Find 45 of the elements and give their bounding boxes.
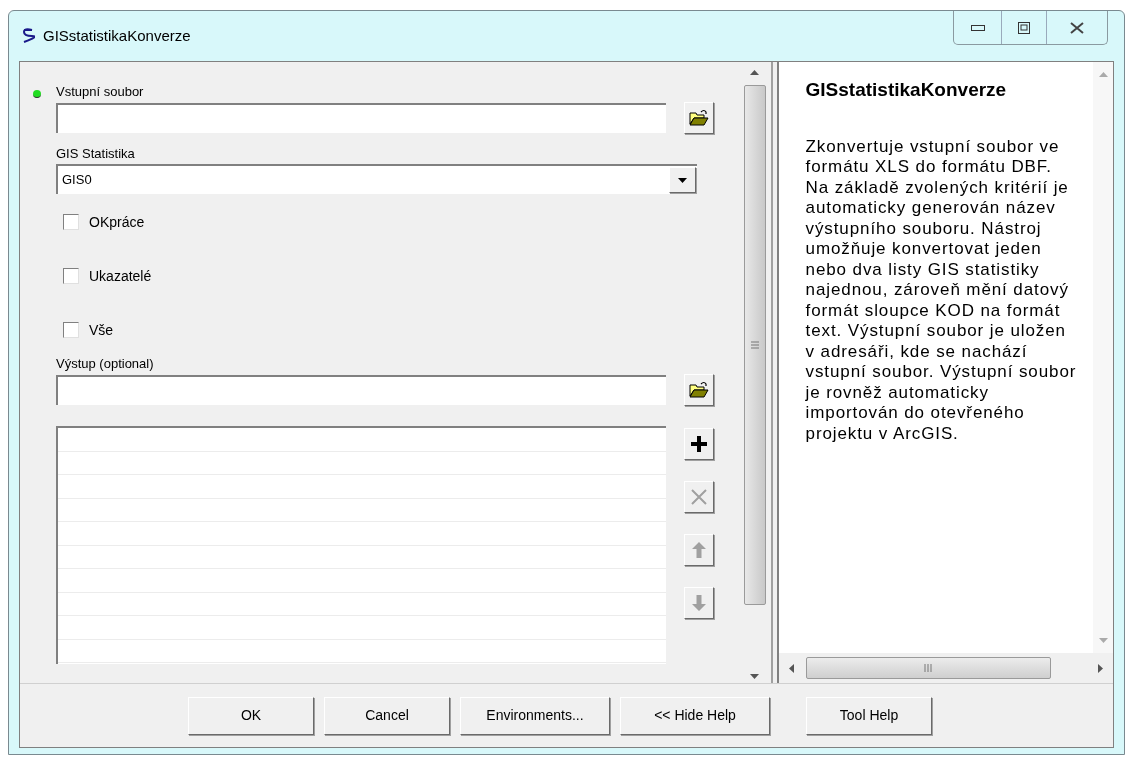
browse-button[interactable] bbox=[684, 102, 714, 134]
dialog-button[interactable]: Environments... bbox=[460, 696, 610, 735]
open-folder-icon bbox=[689, 109, 709, 127]
field-label: GIS Statistika bbox=[56, 146, 136, 162]
browse-button[interactable] bbox=[684, 374, 714, 406]
scrollbar-thumb[interactable] bbox=[743, 85, 766, 605]
close-icon bbox=[691, 489, 707, 505]
dialog-button[interactable]: << Hide Help bbox=[620, 696, 770, 735]
maximize-icon bbox=[1018, 21, 1030, 34]
field-label: Vstupní soubor bbox=[56, 84, 145, 100]
path-input-field[interactable] bbox=[56, 103, 666, 133]
close-icon bbox=[1070, 21, 1084, 34]
grip-icon bbox=[924, 664, 933, 672]
help-title: GISstatistikaKonverze bbox=[805, 78, 1008, 102]
checkbox[interactable] bbox=[63, 322, 79, 338]
grip-icon bbox=[750, 341, 759, 349]
horizontal-scrollbar[interactable] bbox=[778, 653, 1113, 683]
window-title: GISstatistikaKonverze bbox=[43, 25, 191, 46]
dropdown-field[interactable]: GIS0 bbox=[56, 164, 697, 194]
dialog-button[interactable]: OK bbox=[188, 696, 314, 735]
move-up-button[interactable] bbox=[684, 534, 714, 566]
checkbox-label: OKpráce bbox=[89, 212, 145, 232]
arrow-up-icon bbox=[692, 542, 706, 558]
field-label: Výstup (optional) bbox=[56, 356, 155, 372]
script-icon bbox=[21, 28, 35, 44]
scrollbar-thumb[interactable] bbox=[805, 657, 1051, 679]
checkbox-label: Vše bbox=[89, 320, 114, 340]
open-folder-icon bbox=[689, 381, 709, 399]
scroll-down-arrow-icon[interactable] bbox=[750, 674, 760, 679]
remove-button[interactable] bbox=[684, 481, 714, 513]
checkbox[interactable] bbox=[63, 268, 79, 284]
add-button[interactable] bbox=[684, 428, 714, 460]
move-down-button[interactable] bbox=[684, 587, 714, 619]
dialog-button[interactable]: Tool Help bbox=[806, 696, 932, 735]
dialog-button[interactable]: Cancel bbox=[324, 696, 450, 735]
path-input-field[interactable] bbox=[56, 375, 666, 405]
scroll-left-arrow-icon[interactable] bbox=[788, 663, 794, 673]
plus-icon bbox=[691, 436, 707, 452]
arrow-down-icon bbox=[692, 595, 706, 611]
scroll-up-arrow-icon[interactable] bbox=[750, 70, 760, 75]
checkbox-label: Ukazatelé bbox=[89, 266, 152, 286]
minimize-icon bbox=[970, 24, 985, 31]
checkbox[interactable] bbox=[63, 214, 79, 230]
help-description: Zkonvertuje vstupní soubor ve formátu XLS do formátu DBF. Na základě zvolených kritérií je automaticky generován název výstupního souboru. Nástroj umožňuje konvertovat jeden nebo dva listy GIS statistiky najednou, zároveň mění datový formát sloupce KOD na formát text. Výstupní soubor je uložen v adresáři, kde se nachází vstupní soubor. Výstupní soubor je rovněž automaticky importován do otevřeného projektu v ArcGIS. bbox=[805, 136, 1078, 444]
scroll-right-arrow-icon[interactable] bbox=[1098, 663, 1103, 673]
